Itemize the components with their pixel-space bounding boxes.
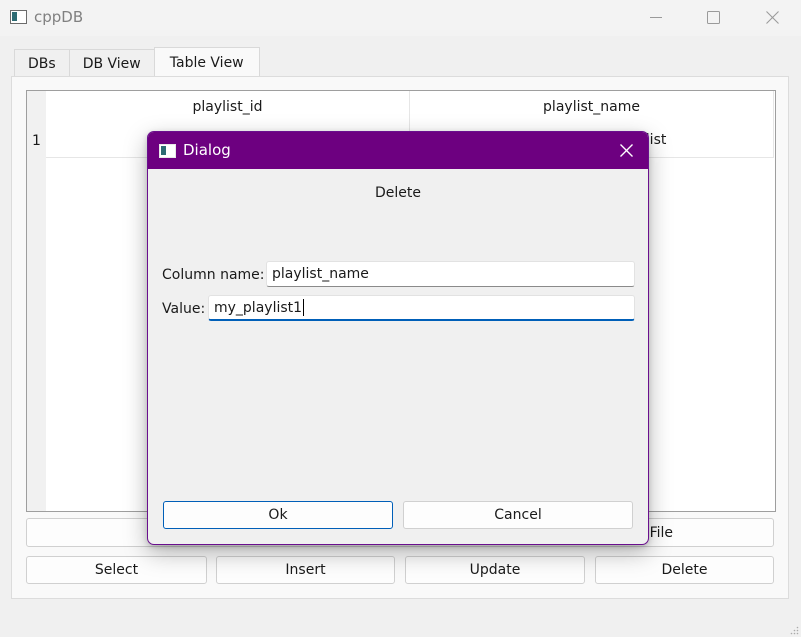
column-name-value: playlist_name: [272, 266, 369, 282]
value-label: Value:: [162, 301, 206, 317]
column-header-playlist-name[interactable]: playlist_name: [410, 91, 774, 123]
dialog-title: Dialog: [183, 141, 231, 159]
resize-grip-icon[interactable]: [790, 626, 799, 635]
close-icon: [765, 10, 779, 24]
app-icon: [10, 10, 27, 24]
window-title: cppDB: [34, 8, 84, 26]
delete-button[interactable]: Delete: [595, 556, 774, 584]
column-name-field[interactable]: playlist_name: [266, 261, 635, 287]
update-button[interactable]: Update: [405, 556, 585, 584]
dialog-close-button[interactable]: [604, 132, 648, 169]
column-name-label: Column name:: [162, 267, 265, 283]
minimize-button[interactable]: [627, 0, 685, 34]
value-field[interactable]: my_playlist1: [208, 295, 635, 321]
tab-db-view[interactable]: DB View: [68, 49, 155, 78]
value-field-value: my_playlist1: [214, 299, 303, 316]
tab-dbs[interactable]: DBs: [14, 49, 70, 78]
close-icon: [619, 144, 633, 157]
close-button[interactable]: [743, 0, 801, 34]
insert-button[interactable]: Insert: [216, 556, 395, 584]
main-titlebar[interactable]: cppDB: [0, 0, 801, 36]
tab-table-view[interactable]: Table View: [153, 47, 260, 78]
cancel-button[interactable]: Cancel: [403, 501, 633, 529]
maximize-button[interactable]: [684, 0, 742, 34]
dialog-titlebar[interactable]: Dialog: [148, 132, 648, 169]
select-button[interactable]: Select: [26, 556, 207, 584]
row-header-1[interactable]: 1: [27, 123, 46, 158]
dialog-app-icon: [159, 144, 176, 158]
text-caret: [303, 299, 305, 316]
tab-bar: DBs DB View Table View: [14, 47, 260, 78]
maximize-icon: [706, 10, 720, 24]
column-header-playlist-id[interactable]: playlist_id: [46, 91, 410, 123]
minimize-icon: [650, 17, 662, 18]
file-button-label: File: [649, 524, 673, 541]
delete-dialog: Dialog Delete Column name: playlist_name…: [147, 131, 649, 545]
dialog-heading: Delete: [375, 185, 421, 201]
ok-button[interactable]: Ok: [163, 501, 393, 529]
